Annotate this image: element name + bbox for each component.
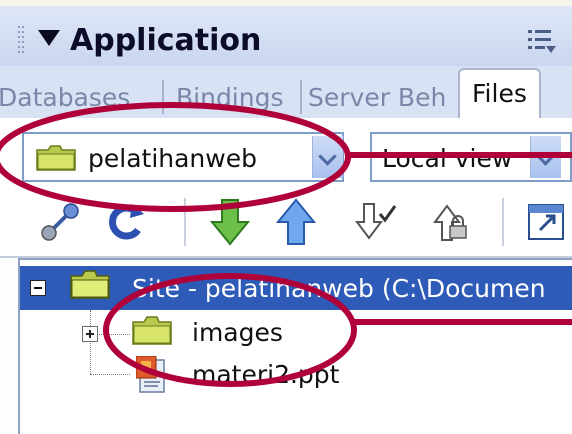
toolbar-separator xyxy=(502,198,504,246)
tab-bindings[interactable]: Bindings xyxy=(176,78,284,118)
folder-icon xyxy=(132,316,172,345)
files-toolbar xyxy=(0,192,572,258)
view-dropdown-button[interactable] xyxy=(530,136,561,178)
panel-options-icon[interactable] xyxy=(528,26,558,58)
refresh-icon[interactable] xyxy=(104,200,148,244)
view-select-value: Local view xyxy=(382,144,513,173)
put-files-icon[interactable] xyxy=(276,198,316,246)
toolbar-separator xyxy=(184,198,186,246)
tree-connector xyxy=(90,374,130,375)
file-tree: Site - pelatihanweb (C:\Documen images m… xyxy=(18,258,572,434)
collapse-arrow-icon[interactable] xyxy=(38,30,60,46)
ppt-file-icon xyxy=(136,356,165,393)
tab-separator xyxy=(300,80,302,114)
site-select-value: pelatihanweb xyxy=(88,144,257,173)
tree-item-label: images xyxy=(192,318,283,347)
tab-databases[interactable]: Databases xyxy=(0,78,130,118)
expand-icon[interactable] xyxy=(526,202,566,242)
connect-icon[interactable] xyxy=(38,200,82,244)
panel-title: Application xyxy=(70,23,262,58)
check-out-icon[interactable] xyxy=(354,200,398,244)
site-dropdown-button[interactable] xyxy=(312,136,343,178)
expand-folder-icon[interactable] xyxy=(82,326,98,342)
tab-files[interactable]: Files xyxy=(458,68,541,118)
site-select[interactable]: pelatihanweb xyxy=(22,132,344,182)
tree-connector xyxy=(90,310,91,374)
tree-root-row[interactable]: Site - pelatihanweb (C:\Documen xyxy=(20,266,572,310)
panel-gripper[interactable] xyxy=(18,26,26,56)
tab-separator xyxy=(162,80,164,114)
view-select[interactable]: Local view xyxy=(370,132,572,182)
panel-tabs: Databases Bindings Server Beh Files xyxy=(0,66,572,119)
tree-item-label: materi2.ppt xyxy=(192,360,340,389)
tree-root-label: Site - pelatihanweb (C:\Documen xyxy=(132,274,546,303)
get-files-icon[interactable] xyxy=(210,198,250,246)
panel-header[interactable]: Application xyxy=(0,0,572,66)
check-in-icon[interactable] xyxy=(428,200,472,244)
site-folder-icon xyxy=(70,270,110,299)
collapse-root-icon[interactable] xyxy=(30,280,46,296)
folder-icon xyxy=(36,145,76,171)
tab-server-behaviors[interactable]: Server Beh xyxy=(308,78,446,118)
site-controls: pelatihanweb Local view xyxy=(0,118,572,192)
